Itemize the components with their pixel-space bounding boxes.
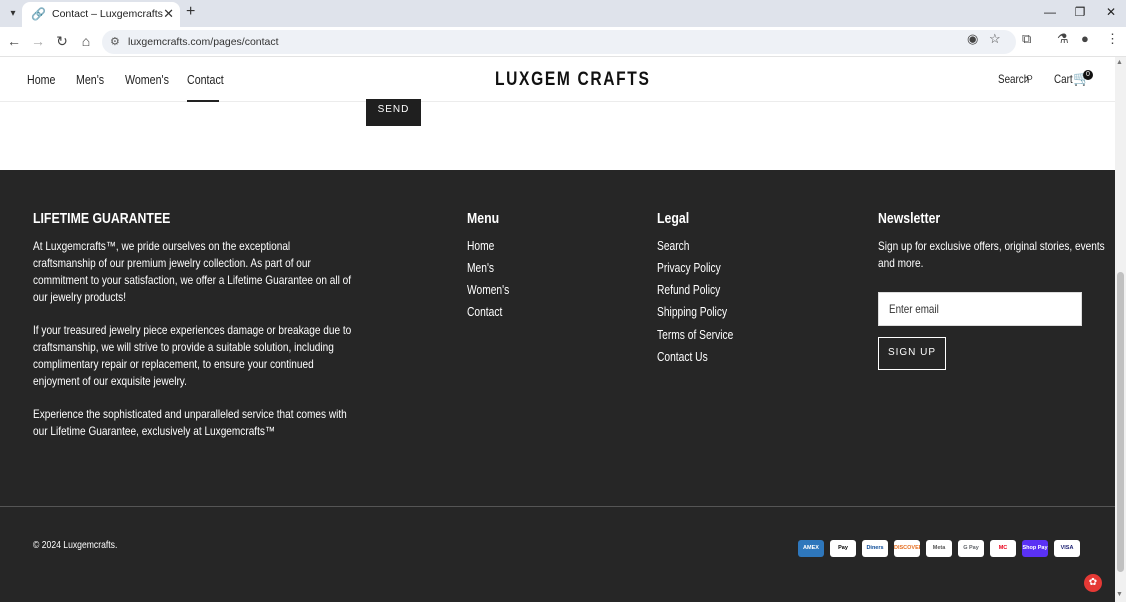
browser-menu-icon[interactable]: ⋮ [1106,31,1119,47]
mastercard-icon: MC [990,540,1016,557]
guarantee-paragraph-2: If your treasured jewelry piece experien… [33,323,352,388]
newsletter-email-input[interactable]: Enter email [878,292,1082,326]
nav-home[interactable]: Home [27,72,55,87]
send-label: SEND [377,104,410,115]
meta-pay-icon: Meta [926,540,952,557]
scroll-up-icon[interactable]: ▲ [1116,59,1123,66]
footer-legal-shipping[interactable]: Shipping Policy [657,305,727,319]
footer-menu-home[interactable]: Home [467,239,494,253]
cart-count-badge: 0 [1083,70,1093,80]
eye-off-icon[interactable]: ◉ [967,31,978,47]
browser-tab[interactable]: 🔗 Contact – Luxgemcrafts ✕ [22,2,180,27]
guarantee-paragraph-1: At Luxgemcrafts™, we pride ourselves on … [33,239,352,304]
visa-icon: VISA [1054,540,1080,557]
footer-legal-terms[interactable]: Terms of Service [657,328,733,342]
google-pay-icon: G Pay [958,540,984,557]
diners-club-icon: Diners [862,540,888,557]
site-footer: LIFETIME GUARANTEE At Luxgemcrafts™, we … [0,170,1115,602]
page-scrollbar[interactable]: ▲ ▼ [1115,57,1126,602]
send-button[interactable]: SEND [366,99,421,126]
nav-mens[interactable]: Men's [76,72,104,87]
chat-widget-icon[interactable]: ✿ [1084,574,1102,592]
site-info-icon[interactable]: ⚙ [110,35,120,48]
site-logo[interactable]: LUXGEM CRAFTS [495,69,650,91]
guarantee-paragraph-3: Experience the sophisticated and unparal… [33,407,347,438]
footer-menu-contact[interactable]: Contact [467,305,502,319]
reload-icon[interactable]: ↻ [54,33,70,50]
new-tab-icon[interactable]: + [186,3,195,21]
home-icon[interactable]: ⌂ [78,33,94,49]
minimize-icon[interactable]: — [1042,5,1058,19]
tab-title: Contact – Luxgemcrafts [52,8,163,20]
extensions-icon[interactable]: ⧉ [1022,31,1031,47]
footer-menu-mens[interactable]: Men's [467,261,494,275]
browser-tabstrip: ▾ 🔗 Contact – Luxgemcrafts ✕ + — ❐ ✕ [0,0,1126,27]
newsletter-text: Sign up for exclusive offers, original s… [878,239,1105,270]
labs-icon[interactable]: ⚗ [1057,31,1069,47]
active-nav-indicator [187,100,219,102]
footer-legal-contact[interactable]: Contact Us [657,350,708,364]
shop-pay-icon: Shop Pay [1022,540,1048,557]
bookmark-star-icon[interactable]: ☆ [989,31,1001,47]
email-placeholder: Enter email [889,302,939,316]
restore-icon[interactable]: ❐ [1072,5,1088,19]
tab-search-menu-icon[interactable]: ▾ [5,6,21,22]
url-text: luxgemcrafts.com/pages/contact [128,36,279,48]
cart-link[interactable]: Cart [1054,72,1073,86]
footer-legal-search[interactable]: Search [657,239,689,253]
footer-legal-privacy[interactable]: Privacy Policy [657,261,721,275]
legal-heading: Legal [657,210,690,227]
guarantee-heading: LIFETIME GUARANTEE [33,210,171,227]
amex-icon: AMEX [798,540,824,557]
address-bar[interactable]: ⚙ luxgemcrafts.com/pages/contact [102,30,1016,54]
browser-toolbar: ← → ↻ ⌂ ⚙ luxgemcrafts.com/pages/contact… [0,27,1126,57]
signup-button[interactable]: SIGN UP [878,337,946,370]
nav-womens[interactable]: Women's [125,72,169,87]
profile-avatar-icon[interactable]: ● [1081,31,1089,46]
search-icon[interactable]: ⌕ [1025,69,1034,87]
back-icon[interactable]: ← [6,33,22,49]
signup-label: SIGN UP [887,347,937,358]
site-header: Home Men's Women's Contact LUXGEM CRAFTS… [0,57,1115,102]
footer-divider [0,506,1115,507]
discover-icon: DISCOVER [894,540,920,557]
nav-contact[interactable]: Contact [187,72,224,87]
close-tab-icon[interactable]: ✕ [163,6,174,22]
scroll-thumb[interactable] [1117,272,1124,572]
menu-heading: Menu [467,210,500,227]
forward-icon[interactable]: → [30,33,46,49]
close-window-icon[interactable]: ✕ [1103,5,1119,19]
apple-pay-icon: Pay [830,540,856,557]
link-icon: 🔗 [31,7,46,21]
footer-menu-womens[interactable]: Women's [467,283,509,297]
footer-legal-refund[interactable]: Refund Policy [657,283,720,297]
newsletter-heading: Newsletter [878,210,941,227]
copyright-text: © 2024 Luxgemcrafts. [33,539,118,551]
scroll-down-icon[interactable]: ▼ [1116,591,1123,598]
